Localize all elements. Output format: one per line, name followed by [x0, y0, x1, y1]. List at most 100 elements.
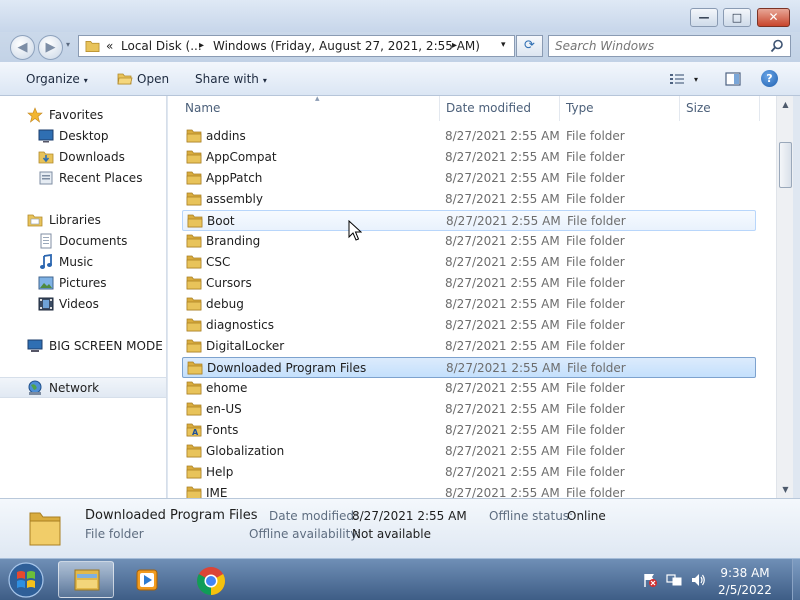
views-dropdown[interactable]: ▾ — [694, 75, 698, 84]
table-row[interactable]: Globalization 8/27/2021 2:55 AM File folde… — [182, 441, 756, 462]
file-name: en-US — [206, 402, 242, 416]
file-type: File folder — [566, 465, 625, 479]
views-icon[interactable] — [669, 73, 685, 85]
sidebar-item-desktop[interactable]: Desktop — [0, 126, 166, 147]
column-header-name[interactable]: Name ▴ — [179, 94, 440, 121]
column-header-type[interactable]: Type — [560, 96, 680, 121]
breadcrumb-separator[interactable]: ▸ — [199, 40, 204, 51]
network-status-icon[interactable] — [666, 572, 682, 588]
file-date-modified: 8/27/2021 2:55 AM — [445, 402, 560, 416]
file-date-modified: 8/27/2021 2:55 AM — [445, 255, 560, 269]
table-row[interactable]: Downloaded Program Files 8/27/2021 2:55 A… — [182, 357, 756, 378]
table-row[interactable]: ehome 8/27/2021 2:55 AM File folder — [182, 378, 756, 399]
sidebar-item-pictures[interactable]: Pictures — [0, 273, 166, 294]
taskbar-chrome-button[interactable] — [182, 561, 238, 598]
videos-icon — [38, 297, 54, 311]
table-row[interactable]: en-US 8/27/2021 2:55 AM File folder — [182, 399, 756, 420]
table-row[interactable]: A Fonts 8/27/2021 2:55 AM File folder — [182, 420, 756, 441]
table-row[interactable]: AppCompat 8/27/2021 2:55 AM File folder — [182, 147, 756, 168]
details-offline-availability-label: Offline availability: — [249, 527, 361, 541]
details-pane: Downloaded Program Files File folder Dat… — [0, 498, 800, 558]
address-bar[interactable]: « Local Disk (... ▸ Windows (Friday, Aug… — [78, 35, 515, 57]
search-box[interactable] — [548, 35, 791, 57]
table-row[interactable]: assembly 8/27/2021 2:55 AM File folder — [182, 189, 756, 210]
table-row[interactable]: Help 8/27/2021 2:55 AM File folder — [182, 462, 756, 483]
file-name: CSC — [206, 255, 231, 269]
maximize-icon: □ — [731, 11, 743, 24]
file-type: File folder — [566, 129, 625, 143]
help-icon[interactable]: ? — [761, 70, 778, 87]
breadcrumb-windows[interactable]: Windows (Friday, August 27, 2021, 2:55 A… — [213, 39, 480, 53]
sort-ascending-icon: ▴ — [315, 94, 320, 104]
folder-icon — [186, 444, 202, 458]
sidebar-item-documents[interactable]: Documents — [0, 231, 166, 252]
organize-button[interactable]: Organize ▾ — [26, 72, 88, 86]
table-row[interactable]: Boot 8/27/2021 2:55 AM File folder — [182, 210, 756, 231]
table-row[interactable]: CSC 8/27/2021 2:55 AM File folder — [182, 252, 756, 273]
recent-pages-dropdown[interactable]: ▾ — [66, 40, 70, 49]
taskbar-media-player-button[interactable] — [120, 561, 176, 598]
column-header-size[interactable]: Size — [680, 96, 760, 121]
file-name: IME — [206, 486, 228, 498]
file-name: Boot — [207, 214, 235, 228]
maximize-button[interactable]: □ — [723, 8, 751, 27]
details-offline-status-value: Online — [567, 509, 606, 523]
forward-button[interactable]: ▶ — [38, 35, 63, 60]
table-row[interactable]: IME 8/27/2021 2:55 AM File folder — [182, 483, 756, 498]
show-desktop-button[interactable] — [792, 559, 800, 600]
minimize-button[interactable]: — — [690, 8, 718, 27]
file-name: Globalization — [206, 444, 285, 458]
sidebar-item-libraries[interactable]: Libraries — [0, 210, 166, 231]
details-offline-availability-value: Not available — [352, 527, 432, 541]
table-row[interactable]: AppPatch 8/27/2021 2:55 AM File folder — [182, 168, 756, 189]
clock-date[interactable]: 2/5/2022 — [700, 583, 790, 597]
breadcrumb-local-disk[interactable]: Local Disk (... — [121, 39, 202, 53]
sidebar-item-favorites[interactable]: Favorites — [0, 105, 166, 126]
breadcrumb-overflow[interactable]: « — [106, 39, 113, 53]
open-folder-icon — [117, 73, 133, 85]
table-row[interactable]: DigitalLocker 8/27/2021 2:55 AM File folde… — [182, 336, 756, 357]
file-type: File folder — [566, 444, 625, 458]
sidebar-item-network[interactable]: Network — [0, 377, 166, 398]
folder-icon — [187, 214, 203, 228]
libraries-icon — [27, 214, 43, 227]
taskbar-explorer-button[interactable] — [58, 561, 114, 598]
preview-pane-icon[interactable] — [725, 72, 741, 86]
vertical-scrollbar[interactable]: ▲ ▼ — [776, 96, 793, 498]
file-type: File folder — [566, 318, 625, 332]
table-row[interactable]: diagnostics 8/27/2021 2:55 AM File folder — [182, 315, 756, 336]
back-button[interactable]: ◀ — [10, 35, 35, 60]
open-button[interactable]: Open — [137, 72, 169, 86]
close-button[interactable]: ✕ — [757, 8, 790, 27]
scrollbar-thumb[interactable] — [779, 142, 792, 188]
sidebar-item-downloads[interactable]: Downloads — [0, 147, 166, 168]
table-row[interactable]: Cursors 8/27/2021 2:55 AM File folder — [182, 273, 756, 294]
address-dropdown[interactable]: ▾ — [501, 40, 506, 50]
sidebar-item-big-screen-mode[interactable]: BIG SCREEN MODE — [0, 336, 166, 357]
breadcrumb-separator-end[interactable]: ▸ — [452, 40, 457, 51]
file-date-modified: 8/27/2021 2:55 AM — [445, 234, 560, 248]
start-button[interactable] — [4, 559, 48, 600]
refresh-button[interactable]: ⟳ — [516, 35, 543, 57]
folder-icon — [85, 40, 100, 52]
column-header-date-modified[interactable]: Date modified — [440, 96, 560, 121]
sidebar-item-videos[interactable]: Videos — [0, 294, 166, 315]
share-with-button[interactable]: Share with ▾ — [195, 72, 267, 86]
action-center-flag-icon[interactable] — [642, 572, 658, 588]
file-name: addins — [206, 129, 246, 143]
file-name: assembly — [206, 192, 263, 206]
table-row[interactable]: addins 8/27/2021 2:55 AM File folder — [182, 126, 756, 147]
sidebar-item-recent-places[interactable]: Recent Places — [0, 168, 166, 189]
title-bar: — □ ✕ — [0, 0, 800, 32]
clock-time[interactable]: 9:38 AM — [700, 566, 790, 580]
search-input[interactable] — [555, 39, 765, 53]
folder-icon — [186, 402, 202, 416]
table-row[interactable]: Branding 8/27/2021 2:55 AM File folder — [182, 231, 756, 252]
table-row[interactable]: debug 8/27/2021 2:55 AM File folder — [182, 294, 756, 315]
file-type: File folder — [566, 255, 625, 269]
scroll-down-arrow-icon[interactable]: ▼ — [777, 481, 794, 498]
network-globe-icon — [28, 380, 42, 395]
scroll-up-arrow-icon[interactable]: ▲ — [777, 96, 794, 113]
search-icon — [770, 39, 783, 53]
sidebar-item-music[interactable]: Music — [0, 252, 166, 273]
